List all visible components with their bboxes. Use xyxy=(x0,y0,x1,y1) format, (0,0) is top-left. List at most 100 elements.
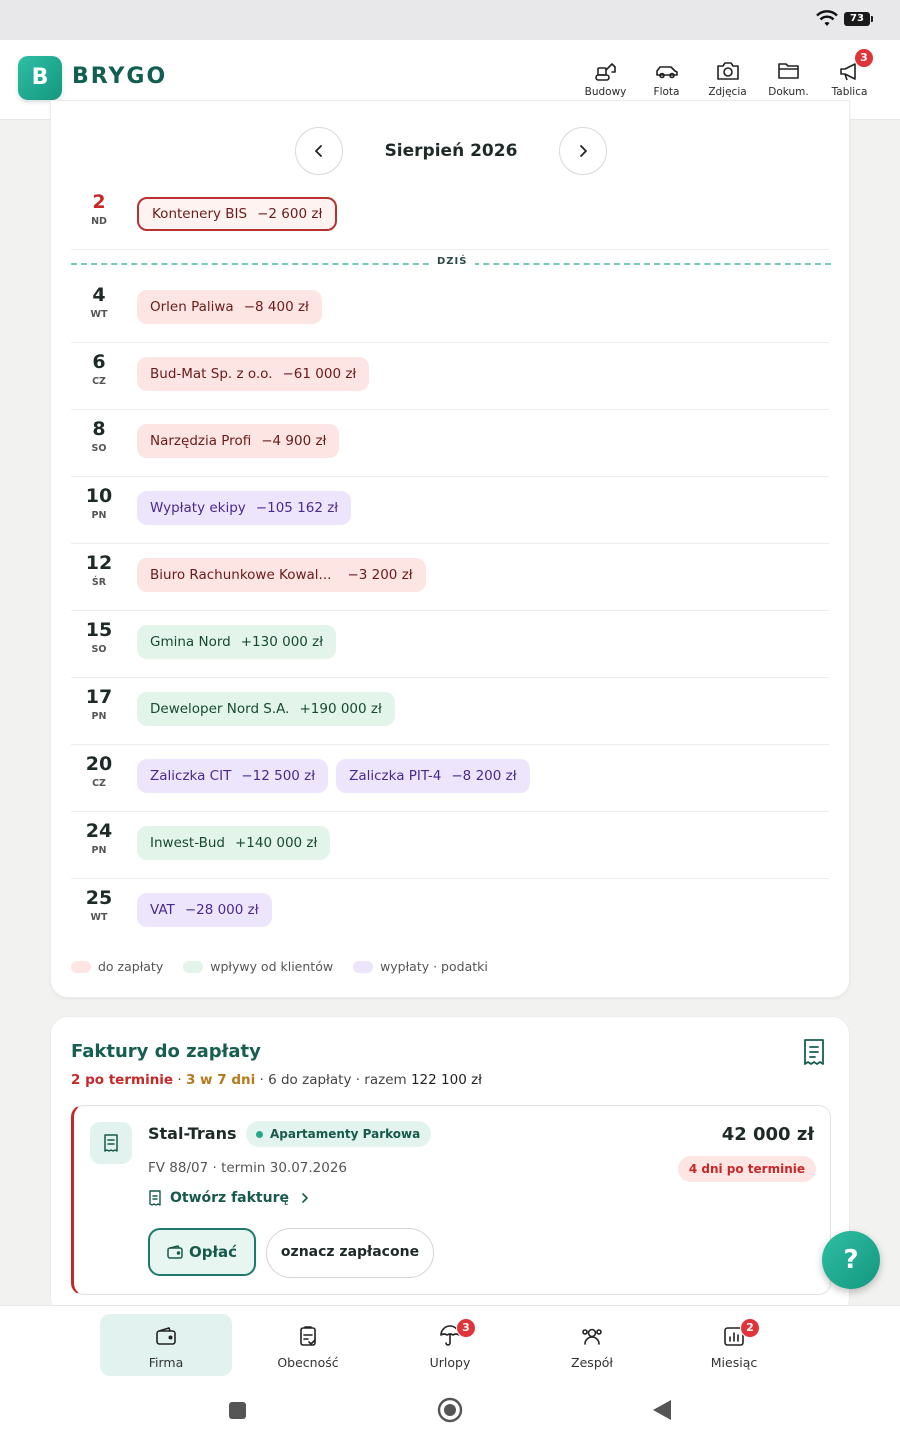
payment-pill[interactable]: Kontenery BIS −2 600 zł xyxy=(137,197,338,231)
invoice-meta: FV 88/07 · termin 30.07.2026 xyxy=(148,1160,348,1176)
day-number: 6 xyxy=(92,351,106,373)
chevron-right-icon xyxy=(302,1193,308,1203)
legend-label: wypłaty · podatki xyxy=(380,959,488,974)
tablica-badge: 3 xyxy=(854,48,874,68)
brand-name: BRYGO xyxy=(72,64,168,89)
nav-budowy[interactable]: Budowy xyxy=(575,54,636,98)
day-number: 2 xyxy=(92,191,106,213)
project-tag[interactable]: Apartamenty Parkowa xyxy=(246,1121,432,1147)
top-nav: Budowy Flota Zdjęcia Dokum. Tablica 3 xyxy=(575,48,880,98)
wallet-icon xyxy=(167,1245,183,1259)
pill-amount: −8 400 zł xyxy=(243,299,309,315)
pill-amount: +140 000 zł xyxy=(235,835,318,851)
legend-item: do zapłaty xyxy=(71,959,163,974)
nav-budowy-label: Budowy xyxy=(584,86,627,98)
open-invoice-link[interactable]: Otwórz fakturę xyxy=(148,1190,311,1206)
pill-amount: −4 900 zł xyxy=(261,433,327,449)
nav-zdjecia[interactable]: Zdjęcia xyxy=(697,54,758,98)
pill-name: Biuro Rachunkowe Kowal... xyxy=(150,567,332,583)
nav-tablica-label: Tablica xyxy=(831,86,868,98)
invoice-item[interactable]: Stal-Trans Apartamenty Parkowa FV 88/07 … xyxy=(71,1105,831,1295)
excavator-icon xyxy=(594,63,616,81)
payment-pill[interactable]: Orlen Paliwa −8 400 zł xyxy=(137,290,322,324)
weekday: CZ xyxy=(92,376,106,387)
pill-amount: −105 162 zł xyxy=(255,500,339,516)
home-icon[interactable] xyxy=(437,1397,463,1423)
document-icon xyxy=(104,1134,118,1152)
nav-flota[interactable]: Flota xyxy=(636,54,697,98)
weekday: SO xyxy=(91,644,107,655)
day-number: 12 xyxy=(85,552,113,574)
due-soon-count: 3 w 7 dni xyxy=(185,1072,256,1088)
open-invoice-label: Otwórz fakturę xyxy=(170,1190,289,1206)
calendar-day-row: 12 ŚR Biuro Rachunkowe Kowal... −3 200 zł xyxy=(71,544,829,611)
payment-pill[interactable]: Narzędzia Profi −4 900 zł xyxy=(137,424,340,458)
weekday: PN xyxy=(91,845,107,856)
overdue-count: 2 po terminie xyxy=(71,1072,174,1088)
summary-separator: · xyxy=(173,1072,186,1088)
legend-item: wypłaty · podatki xyxy=(353,959,488,974)
weekday: WT xyxy=(90,309,108,320)
tab-firma-label: Firma xyxy=(148,1355,184,1370)
tab-urlopy-label: Urlopy xyxy=(429,1355,471,1370)
tab-miesiac[interactable]: Miesiąc 2 xyxy=(668,1314,800,1376)
tab-firma[interactable]: Firma xyxy=(100,1314,232,1376)
recents-icon[interactable] xyxy=(228,1401,247,1420)
battery-indicator: 73 xyxy=(844,12,873,26)
car-icon xyxy=(655,66,678,79)
day-number: 17 xyxy=(85,686,113,708)
payment-pill[interactable]: Gmina Nord +130 000 zł xyxy=(137,625,337,659)
payment-pill[interactable]: Zaliczka CIT −12 500 zł xyxy=(137,759,329,793)
payment-calendar-card: Sierpień 2026 2 ND Kontenery BIS −2 600 z… xyxy=(50,100,850,998)
day-number: 4 xyxy=(92,284,106,306)
pill-name: Narzędzia Profi xyxy=(150,433,252,449)
pay-label: Opłać xyxy=(188,1243,238,1261)
pill-name: Orlen Paliwa xyxy=(150,299,234,315)
tab-miesiac-label: Miesiąc xyxy=(710,1355,758,1370)
bottom-nav: Firma Obecność Urlopy 3 Zespół Miesiąc 2 xyxy=(0,1305,900,1385)
pill-amount: −28 000 zł xyxy=(184,902,259,918)
chevron-right-icon xyxy=(580,145,587,157)
nav-dokumenty[interactable]: Dokum. xyxy=(758,54,819,98)
pill-name: Zaliczka CIT xyxy=(150,768,232,784)
legend-item: wpływy od klientów xyxy=(183,959,333,974)
calendar-day-row: 4 WT Orlen Paliwa −8 400 zł xyxy=(71,276,829,343)
nav-tablica[interactable]: Tablica 3 xyxy=(819,48,880,98)
weekday: PN xyxy=(91,510,107,521)
calendar-day-row: 20 CZ Zaliczka CIT −12 500 zł Zaliczka PIT… xyxy=(71,745,829,812)
day-number: 15 xyxy=(85,619,113,641)
pay-button[interactable]: Opłać xyxy=(148,1228,256,1276)
legend-swatch xyxy=(71,960,91,973)
payment-pill[interactable]: Deweloper Nord S.A. +190 000 zł xyxy=(137,692,395,726)
document-icon xyxy=(149,1190,161,1206)
pill-amount: −3 200 zł xyxy=(347,567,413,583)
payment-pill[interactable]: Wypłaty ekipy −105 162 zł xyxy=(137,491,352,525)
mark-paid-button[interactable]: oznacz zapłacone xyxy=(266,1228,434,1278)
pill-name: Wypłaty ekipy xyxy=(150,500,246,516)
help-button[interactable]: ? xyxy=(822,1231,880,1289)
invoice-amount: 42 000 zł xyxy=(721,1124,814,1145)
pill-name: Zaliczka PIT-4 xyxy=(349,768,442,784)
tab-zespol[interactable]: Zespół xyxy=(526,1314,658,1376)
weekday: CZ xyxy=(92,778,106,789)
payment-pill[interactable]: Inwest-Bud +140 000 zł xyxy=(137,826,331,860)
tab-obecnosc[interactable]: Obecność xyxy=(242,1314,374,1376)
pill-amount: +190 000 zł xyxy=(299,701,382,717)
calendar-legend: do zapłaty wpływy od klientów wypłaty · … xyxy=(71,959,508,974)
next-month-button[interactable] xyxy=(559,127,607,175)
weekday: WT xyxy=(90,912,108,923)
receipt-icon[interactable] xyxy=(801,1037,827,1067)
back-icon[interactable] xyxy=(652,1399,672,1421)
invoices-title: Faktury do zapłaty xyxy=(71,1041,261,1062)
payment-pill[interactable]: Bud-Mat Sp. z o.o. −61 000 zł xyxy=(137,357,370,391)
payment-pill[interactable]: Biuro Rachunkowe Kowal... −3 200 zł xyxy=(137,558,426,592)
tab-obecnosc-label: Obecność xyxy=(277,1355,339,1370)
wallet-icon xyxy=(156,1327,176,1345)
day-number: 10 xyxy=(85,485,113,507)
team-icon xyxy=(582,1328,602,1345)
tab-urlopy[interactable]: Urlopy 3 xyxy=(384,1314,516,1376)
payment-pill[interactable]: VAT −28 000 zł xyxy=(137,893,272,927)
payment-pill[interactable]: Zaliczka PIT-4 −8 200 zł xyxy=(336,759,530,793)
brand-logo[interactable]: B xyxy=(18,56,62,100)
weekday: SO xyxy=(91,443,107,454)
